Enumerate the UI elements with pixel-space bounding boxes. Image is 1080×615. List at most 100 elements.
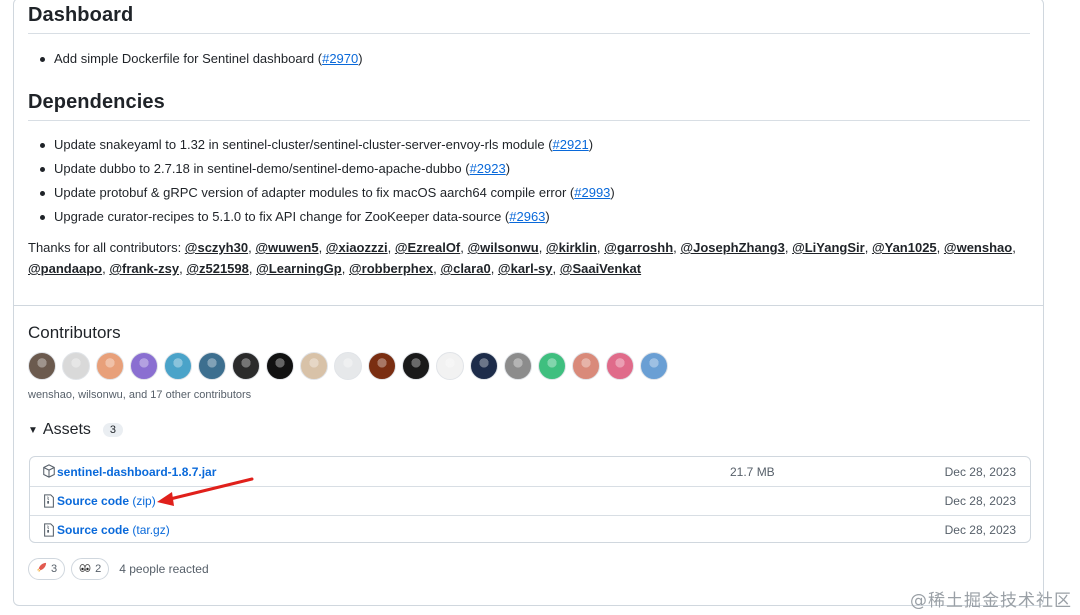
issue-link[interactable]: #2923 bbox=[470, 161, 506, 176]
section-divider bbox=[14, 305, 1043, 306]
assets-list: sentinel-dashboard-1.8.7.jar 21.7 MB Dec 2… bbox=[29, 456, 1031, 543]
avatar[interactable] bbox=[368, 352, 396, 380]
asset-name: Source code bbox=[57, 523, 130, 537]
eyes-count: 2 bbox=[95, 563, 102, 575]
contributors-heading: Contributors bbox=[28, 323, 121, 342]
dashboard-heading: Dashboard bbox=[28, 4, 134, 26]
avatar[interactable] bbox=[232, 352, 260, 380]
list-item: Upgrade curator-recipes to 5.1.0 to fix … bbox=[40, 205, 615, 229]
release-card: Dashboard Add simple Dockerfile for Sent… bbox=[13, 0, 1044, 606]
asset-download-link[interactable]: Source code (tar.gz) bbox=[57, 523, 170, 537]
avatar[interactable] bbox=[606, 352, 634, 380]
asset-name: sentinel-dashboard-1.8.7.jar bbox=[57, 464, 217, 479]
avatar[interactable] bbox=[640, 352, 668, 380]
contributors-summary[interactable]: wenshao, wilsonwu, and 17 other contribu… bbox=[28, 389, 251, 401]
contributor-mention-link[interactable]: @SaaiVenkat bbox=[560, 261, 641, 276]
avatar[interactable] bbox=[470, 352, 498, 380]
avatar[interactable] bbox=[504, 352, 532, 380]
contributor-mention-link[interactable]: @pandaapo bbox=[28, 261, 102, 276]
contributor-mention-link[interactable]: @wilsonwu bbox=[468, 240, 539, 255]
asset-size: 21.7 MB bbox=[730, 464, 775, 479]
asset-date: Dec 28, 2023 bbox=[944, 494, 1016, 508]
heading-divider bbox=[28, 120, 1030, 121]
watermark-text: @稀土掘金技术社区 bbox=[910, 591, 1072, 611]
contributor-mention-link[interactable]: @Yan1025 bbox=[872, 240, 937, 255]
contributor-mention-link[interactable]: @frank-zsy bbox=[109, 261, 179, 276]
avatar[interactable] bbox=[436, 352, 464, 380]
list-item: Update protobuf & gRPC version of adapte… bbox=[40, 181, 615, 205]
triangle-down-icon: ▼ bbox=[28, 424, 38, 436]
contributor-mention-link[interactable]: @garroshh bbox=[604, 240, 673, 255]
list-item-text: Update snakeyaml to 1.32 in sentinel-clu… bbox=[54, 137, 553, 152]
dependencies-list: Update snakeyaml to 1.32 in sentinel-clu… bbox=[40, 133, 615, 229]
list-item-text: Add simple Dockerfile for Sentinel dashb… bbox=[54, 51, 323, 66]
asset-download-link[interactable]: sentinel-dashboard-1.8.7.jar bbox=[57, 465, 216, 479]
dependencies-heading: Dependencies bbox=[28, 91, 165, 113]
assets-toggle[interactable]: ▼ Assets 3 bbox=[28, 421, 124, 439]
contributor-mention-link[interactable]: @LearningGp bbox=[256, 261, 342, 276]
contributor-mention-link[interactable]: @EzrealOf bbox=[395, 240, 460, 255]
contributor-mention-link[interactable]: @clara0 bbox=[440, 261, 490, 276]
avatar[interactable] bbox=[402, 352, 430, 380]
list-item-text: Update dubbo to 2.7.18 in sentinel-demo/… bbox=[54, 161, 470, 176]
eyes-icon bbox=[79, 563, 91, 576]
assets-count-badge: 3 bbox=[102, 423, 124, 437]
assets-heading: Assets bbox=[42, 421, 91, 438]
contributor-mention-link[interactable]: @karl-sy bbox=[498, 261, 553, 276]
contributor-mention-link[interactable]: @wuwen5 bbox=[255, 240, 318, 255]
avatar[interactable] bbox=[28, 352, 56, 380]
contributor-mention-link[interactable]: @z521598 bbox=[186, 261, 249, 276]
list-item: Update dubbo to 2.7.18 in sentinel-demo/… bbox=[40, 157, 615, 181]
rocket-icon bbox=[36, 562, 47, 576]
heading-divider bbox=[28, 33, 1030, 34]
contributor-mention-link[interactable]: @kirklin bbox=[546, 240, 597, 255]
asset-name: Source code bbox=[57, 494, 130, 508]
thanks-paragraph: Thanks for all contributors: @sczyh30, @… bbox=[28, 240, 1016, 276]
list-item-suffix: ) bbox=[358, 51, 363, 66]
avatar[interactable] bbox=[572, 352, 600, 380]
dashboard-list: Add simple Dockerfile for Sentinel dashb… bbox=[40, 47, 363, 71]
list-item-suffix: ) bbox=[505, 161, 511, 176]
asset-date: Dec 28, 2023 bbox=[944, 464, 1016, 479]
contributor-mention-link[interactable]: @xiaozzzi bbox=[326, 240, 388, 255]
list-item-text: Upgrade curator-recipes to 5.1.0 to fix … bbox=[54, 209, 510, 224]
avatar[interactable] bbox=[62, 352, 90, 380]
reactions-bar: 3 2 4 people reacted bbox=[28, 558, 209, 580]
asset-date: Dec 28, 2023 bbox=[944, 523, 1016, 537]
avatar[interactable] bbox=[198, 352, 226, 380]
avatar[interactable] bbox=[538, 352, 566, 380]
asset-row: sentinel-dashboard-1.8.7.jar 21.7 MB Dec 2… bbox=[30, 457, 1030, 486]
avatar[interactable] bbox=[266, 352, 294, 380]
list-item: Add simple Dockerfile for Sentinel dashb… bbox=[40, 47, 363, 71]
asset-download-link[interactable]: Source code (zip) bbox=[57, 494, 156, 508]
thanks-prefix: Thanks for all contributors: bbox=[28, 240, 185, 255]
list-item-suffix: ) bbox=[610, 185, 615, 200]
list-item-suffix: ) bbox=[588, 137, 594, 152]
asset-format: (zip) bbox=[129, 494, 156, 508]
issue-link[interactable]: #2970 bbox=[322, 51, 358, 66]
avatar[interactable] bbox=[130, 352, 158, 380]
avatar[interactable] bbox=[164, 352, 192, 380]
list-item-suffix: ) bbox=[545, 209, 550, 224]
issue-link[interactable]: #2993 bbox=[574, 185, 610, 200]
asset-row: Source code (zip) Dec 28, 2023 bbox=[30, 486, 1030, 515]
asset-row: Source code (tar.gz) Dec 28, 2023 bbox=[30, 515, 1030, 542]
contributor-mention-link[interactable]: @LiYangSir bbox=[792, 240, 865, 255]
issue-link[interactable]: #2921 bbox=[553, 137, 589, 152]
contributor-mention-link[interactable]: @sczyh30 bbox=[185, 240, 248, 255]
list-item-text: Update protobuf & gRPC version of adapte… bbox=[54, 185, 575, 200]
rocket-count: 3 bbox=[51, 563, 58, 575]
list-item: Update snakeyaml to 1.32 in sentinel-clu… bbox=[40, 133, 615, 157]
contributor-mention-link[interactable]: @wenshao bbox=[944, 240, 1012, 255]
contributor-avatars bbox=[28, 352, 668, 380]
reactions-summary: 4 people reacted bbox=[119, 562, 209, 576]
avatar[interactable] bbox=[300, 352, 328, 380]
avatar[interactable] bbox=[96, 352, 124, 380]
avatar[interactable] bbox=[334, 352, 362, 380]
asset-format: (tar.gz) bbox=[129, 523, 170, 537]
issue-link[interactable]: #2963 bbox=[509, 209, 545, 224]
contributor-mention-link[interactable]: @JosephZhang3 bbox=[680, 240, 784, 255]
rocket-reaction-button[interactable]: 3 bbox=[28, 558, 66, 580]
eyes-reaction-button[interactable]: 2 bbox=[71, 558, 110, 580]
contributor-mention-link[interactable]: @robberphex bbox=[349, 261, 433, 276]
